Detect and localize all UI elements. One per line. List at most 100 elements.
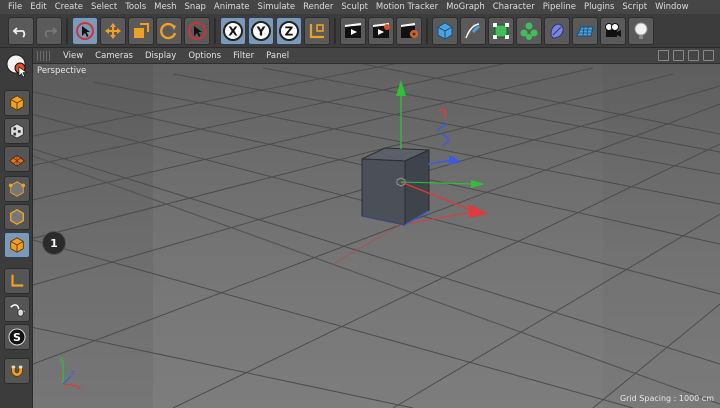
move-icon bbox=[105, 23, 121, 39]
left-toolbar: S bbox=[0, 48, 33, 408]
main-toolbar: X Y Z bbox=[0, 14, 720, 48]
render-picture-viewer-icon bbox=[372, 23, 390, 38]
axis-label-x: x bbox=[77, 384, 81, 392]
polygons-mode-button[interactable] bbox=[4, 232, 30, 258]
subdivision-surface-button[interactable] bbox=[488, 17, 514, 45]
maximize-view-icon[interactable] bbox=[703, 50, 714, 61]
menu-snap[interactable]: Snap bbox=[181, 0, 210, 14]
y-axis-label: Y bbox=[256, 25, 266, 39]
rotate-icon bbox=[160, 22, 177, 40]
viewport-menu-view[interactable]: View bbox=[57, 51, 89, 61]
zoom-view-icon[interactable] bbox=[673, 50, 684, 61]
camera-button[interactable] bbox=[600, 17, 626, 45]
texture-mode-button[interactable] bbox=[4, 118, 30, 144]
make-editable-button[interactable] bbox=[4, 52, 30, 78]
viewport-grip-handle[interactable] bbox=[37, 50, 51, 61]
render-settings-button[interactable] bbox=[396, 17, 422, 45]
scale-button[interactable] bbox=[128, 17, 154, 45]
render-view-icon bbox=[344, 23, 362, 38]
rotate-view-icon[interactable] bbox=[688, 50, 699, 61]
render-settings-icon bbox=[400, 23, 418, 38]
cube-object-icon bbox=[437, 22, 453, 40]
deformer-button[interactable] bbox=[544, 17, 570, 45]
pen-spline-button[interactable] bbox=[460, 17, 486, 45]
live-selection-icon bbox=[76, 22, 94, 40]
magnet-button[interactable] bbox=[4, 358, 30, 384]
select-arrow-icon bbox=[188, 22, 206, 40]
light-icon bbox=[634, 22, 648, 39]
x-axis-button[interactable]: X bbox=[220, 17, 246, 45]
cube-object-button[interactable] bbox=[432, 17, 458, 45]
menu-select[interactable]: Select bbox=[87, 0, 121, 14]
snap-label: S bbox=[13, 331, 21, 344]
z-axis-label: Z bbox=[285, 25, 294, 39]
viewport-header: View Cameras Display Options Filter Pane… bbox=[33, 48, 720, 64]
rotate-button[interactable] bbox=[156, 17, 182, 45]
workplane-button[interactable] bbox=[4, 146, 30, 172]
polygons-mode-icon bbox=[10, 237, 24, 253]
model-mode-button[interactable] bbox=[4, 90, 30, 116]
coordinate-system-icon bbox=[309, 24, 324, 39]
menu-file[interactable]: File bbox=[4, 0, 26, 14]
menu-script[interactable]: Script bbox=[618, 0, 651, 14]
subdivision-surface-icon bbox=[493, 23, 509, 39]
menu-sculpt[interactable]: Sculpt bbox=[337, 0, 372, 14]
callout-badge: 1 bbox=[42, 231, 66, 255]
snap-button[interactable]: S bbox=[4, 324, 30, 350]
redo-button[interactable] bbox=[36, 17, 62, 45]
menu-mesh[interactable]: Mesh bbox=[150, 0, 180, 14]
menu-edit[interactable]: Edit bbox=[26, 0, 50, 14]
snap-icon: S bbox=[8, 328, 26, 346]
workplane-icon bbox=[9, 154, 25, 167]
camera-icon bbox=[605, 23, 621, 37]
cloner-icon bbox=[520, 22, 538, 40]
points-mode-button[interactable] bbox=[4, 176, 30, 202]
viewport-menu-cameras[interactable]: Cameras bbox=[89, 51, 139, 61]
menu-animate[interactable]: Animate bbox=[210, 0, 254, 14]
tweak-mode-icon bbox=[10, 304, 25, 317]
move-view-icon[interactable] bbox=[658, 50, 669, 61]
select-button[interactable] bbox=[184, 17, 210, 45]
live-selection-button[interactable] bbox=[72, 17, 98, 45]
tweak-mode-button[interactable] bbox=[4, 296, 30, 322]
axis-mode-button[interactable] bbox=[4, 268, 30, 294]
y-axis-icon: Y bbox=[251, 21, 271, 41]
move-button[interactable] bbox=[100, 17, 126, 45]
viewport-menu-options[interactable]: Options bbox=[182, 51, 227, 61]
menu-render[interactable]: Render bbox=[299, 0, 337, 14]
camera-label: Perspective bbox=[37, 66, 87, 76]
menu-simulate[interactable]: Simulate bbox=[254, 0, 300, 14]
magnet-icon bbox=[11, 365, 23, 377]
menu-motion-tracker[interactable]: Motion Tracker bbox=[372, 0, 442, 14]
light-button[interactable] bbox=[628, 17, 654, 45]
menu-mograph[interactable]: MoGraph bbox=[442, 0, 489, 14]
viewport-menu-display[interactable]: Display bbox=[139, 51, 182, 61]
scale-icon bbox=[134, 23, 149, 38]
floor-button[interactable] bbox=[572, 17, 598, 45]
z-axis-button[interactable]: Z bbox=[276, 17, 302, 45]
points-mode-icon bbox=[8, 181, 26, 197]
viewport-menu-filter[interactable]: Filter bbox=[227, 51, 260, 61]
menu-window[interactable]: Window bbox=[651, 0, 693, 14]
edges-mode-button[interactable] bbox=[4, 204, 30, 230]
y-axis-button[interactable]: Y bbox=[248, 17, 274, 45]
coordinate-system-button[interactable] bbox=[304, 17, 330, 45]
render-picture-viewer-button[interactable] bbox=[368, 17, 394, 45]
grid-spacing-readout: Grid Spacing : 1000 cm bbox=[619, 394, 714, 403]
texture-mode-icon bbox=[10, 123, 24, 139]
render-view-button[interactable] bbox=[340, 17, 366, 45]
menu-tools[interactable]: Tools bbox=[121, 0, 150, 14]
menu-plugins[interactable]: Plugins bbox=[580, 0, 618, 14]
undo-button[interactable] bbox=[8, 17, 34, 45]
menu-character[interactable]: Character bbox=[489, 0, 539, 14]
make-editable-icon bbox=[6, 54, 28, 77]
cloner-button[interactable] bbox=[516, 17, 542, 45]
menu-create[interactable]: Create bbox=[51, 0, 87, 14]
scene-grid: y z x bbox=[33, 64, 720, 408]
menu-pipeline[interactable]: Pipeline bbox=[539, 0, 580, 14]
cube-object[interactable] bbox=[361, 147, 430, 226]
perspective-viewport[interactable]: y z x Perspective Grid Spacing : 1000 cm bbox=[33, 64, 720, 408]
axis-mode-icon bbox=[11, 274, 24, 287]
viewport-menu-panel[interactable]: Panel bbox=[260, 51, 295, 61]
floor-icon bbox=[576, 26, 594, 37]
